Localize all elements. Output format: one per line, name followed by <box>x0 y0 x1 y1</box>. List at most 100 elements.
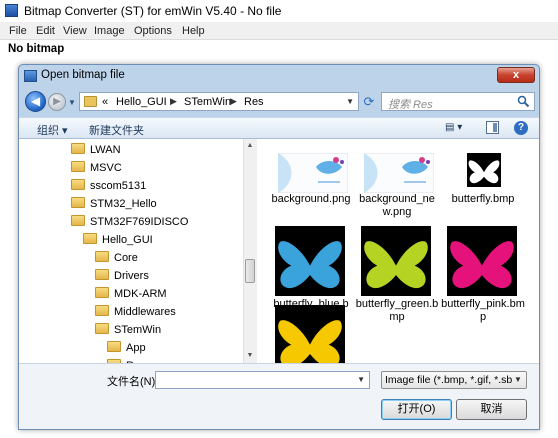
file-label: background_new.png <box>359 193 435 218</box>
tree-item[interactable]: Core <box>95 249 138 267</box>
scroll-up-icon[interactable]: ▲ <box>243 139 257 153</box>
file-type-select[interactable]: Image file (*.bmp, *.gif, *.sbr ▼ <box>381 371 527 389</box>
open-button[interactable]: 打开(O) <box>381 399 452 420</box>
file-type-value: Image file (*.bmp, *.gif, *.sbr <box>385 374 516 386</box>
tree-item[interactable]: MDK-ARM <box>95 285 167 303</box>
tree-item-label: sscom5131 <box>90 180 147 192</box>
dialog-title: Open bitmap file <box>41 69 125 81</box>
app-titlebar: Bitmap Converter (ST) for emWin V5.40 - … <box>0 0 558 22</box>
folder-icon <box>71 197 85 208</box>
search-icon[interactable] <box>517 95 530 108</box>
file-item[interactable]: butterfly_pink.bmp <box>441 226 525 323</box>
file-item[interactable]: background.png <box>269 147 353 225</box>
close-button[interactable]: x <box>497 67 535 83</box>
tree-item-label: STM32F769IDISCO <box>90 216 189 228</box>
folder-icon <box>71 143 85 154</box>
breadcrumb-hello-gui[interactable]: Hello_GUI <box>116 96 167 108</box>
tree-item[interactable]: STM32F769IDISCO <box>71 213 188 231</box>
scroll-down-icon[interactable]: ▼ <box>243 349 257 363</box>
nav-scrollbar[interactable] <box>243 139 257 363</box>
chevron-right-icon[interactable]: ▶ <box>230 96 237 107</box>
tree-item[interactable]: Middlewares <box>95 303 176 321</box>
chevron-down-icon[interactable]: ▼ <box>357 375 365 384</box>
folder-icon <box>95 323 109 334</box>
organize-button[interactable]: 组织 ▾ <box>37 122 68 138</box>
new-folder-button[interactable]: 新建文件夹 <box>89 122 144 138</box>
back-arrow-icon[interactable]: ◀ <box>25 91 46 112</box>
toolbar: 组织 ▾ 新建文件夹 ▤ ▾ ? <box>19 117 539 139</box>
tree-item-label: STM32_Hello <box>90 198 157 210</box>
tree-item-label: STemWin <box>114 324 162 336</box>
file-item[interactable]: butterfly.bmp <box>441 147 525 225</box>
preview-pane-icon[interactable] <box>486 121 499 134</box>
filename-label: 文件名(N): <box>107 376 159 388</box>
menu-file[interactable]: File <box>9 25 27 37</box>
recent-locations-dropdown[interactable]: ▼ <box>68 98 76 107</box>
tree-item[interactable]: STemWin <box>95 321 161 339</box>
breadcrumb-stemwin[interactable]: STemWin <box>184 96 231 108</box>
tree-item-label: Drivers <box>114 270 149 282</box>
tree-item-label: Middlewares <box>114 306 176 318</box>
menu-options[interactable]: Options <box>134 25 172 37</box>
folder-icon <box>71 179 85 190</box>
search-input[interactable]: 搜索 Res <box>381 92 535 111</box>
refresh-icon[interactable]: ⟳ <box>361 92 377 111</box>
butterfly-thumbnail <box>447 226 517 296</box>
menu-edit[interactable]: Edit <box>36 25 55 37</box>
status-text: No bitmap <box>8 43 65 55</box>
chevron-down-icon[interactable]: ▼ <box>512 372 524 388</box>
menu-view[interactable]: View <box>63 25 87 37</box>
tree-item-label: LWAN <box>90 144 121 156</box>
forward-arrow-icon[interactable]: ▶ <box>48 93 66 111</box>
breadcrumb-res[interactable]: Res <box>244 96 264 108</box>
tree-item[interactable]: Drivers <box>95 267 149 285</box>
view-options-icon[interactable]: ▤ ▾ <box>445 122 467 135</box>
menu-help[interactable]: Help <box>182 25 205 37</box>
file-label: butterfly.bmp <box>451 193 515 205</box>
background-thumbnail <box>278 153 348 193</box>
file-label: butterfly_green.bmp <box>355 298 439 323</box>
folder-icon <box>71 161 85 172</box>
filename-input[interactable]: ▼ <box>155 371 370 389</box>
file-label: butterfly_pink.bmp <box>441 298 525 323</box>
tree-item[interactable]: sscom5131 <box>71 177 146 195</box>
folder-icon <box>95 305 109 316</box>
butterfly-thumbnail <box>361 226 431 296</box>
chevron-right-icon[interactable]: ▶ <box>170 96 177 107</box>
folder-icon <box>95 251 109 262</box>
tree-item[interactable]: MSVC <box>71 159 122 177</box>
menu-image[interactable]: Image <box>94 25 125 37</box>
search-placeholder: 搜索 Res <box>388 99 433 111</box>
navigation-pane: LWAN MSVC sscom5131 STM32_Hello STM32F769IDI… <box>19 139 257 363</box>
nav-scrollbar-thumb[interactable] <box>245 259 255 283</box>
folder-icon <box>71 215 85 226</box>
file-list: background.png background_new.png butterfl… <box>257 139 539 363</box>
tree-item-label: Hello_GUI <box>102 234 153 246</box>
file-item[interactable]: butterfly_green.bmp <box>355 226 439 323</box>
tree-item[interactable]: App <box>107 339 146 357</box>
folder-icon <box>95 269 109 280</box>
dialog-footer: 文件名(N): ▼ Image file (*.bmp, *.gif, *.sb… <box>19 363 539 429</box>
file-item[interactable]: background_new.png <box>355 147 439 225</box>
folder-icon <box>107 341 121 352</box>
tree-item-label: MSVC <box>90 162 122 174</box>
help-icon[interactable]: ? <box>514 121 528 135</box>
breadcrumb[interactable]: « Hello_GUI ▶ STemWin ▶ Res ▼ <box>79 92 359 111</box>
dialog-icon <box>24 70 37 82</box>
folder-icon <box>83 233 97 244</box>
tree-item[interactable]: LWAN <box>71 141 121 159</box>
chevron-down-icon[interactable]: ▼ <box>346 97 354 106</box>
menubar: File Edit View Image Options Help <box>0 22 558 40</box>
file-label: background.png <box>271 193 351 205</box>
tree-item-label: Core <box>114 252 138 264</box>
file-item[interactable]: butterfly_blue.bmp <box>269 226 353 323</box>
breadcrumb-overflow[interactable]: « <box>102 96 108 108</box>
file-item[interactable] <box>269 305 353 363</box>
background-thumbnail <box>364 153 434 193</box>
open-dialog: Open bitmap file x ◀ ▶ ▼ « Hello_GUI ▶ S… <box>18 64 540 430</box>
tree-item[interactable]: Hello_GUI <box>83 231 153 249</box>
app-title: Bitmap Converter (ST) for emWin V5.40 - … <box>24 4 282 18</box>
tree-item-label: App <box>126 342 146 354</box>
cancel-button[interactable]: 取消 <box>456 399 527 420</box>
tree-item[interactable]: STM32_Hello <box>71 195 157 213</box>
